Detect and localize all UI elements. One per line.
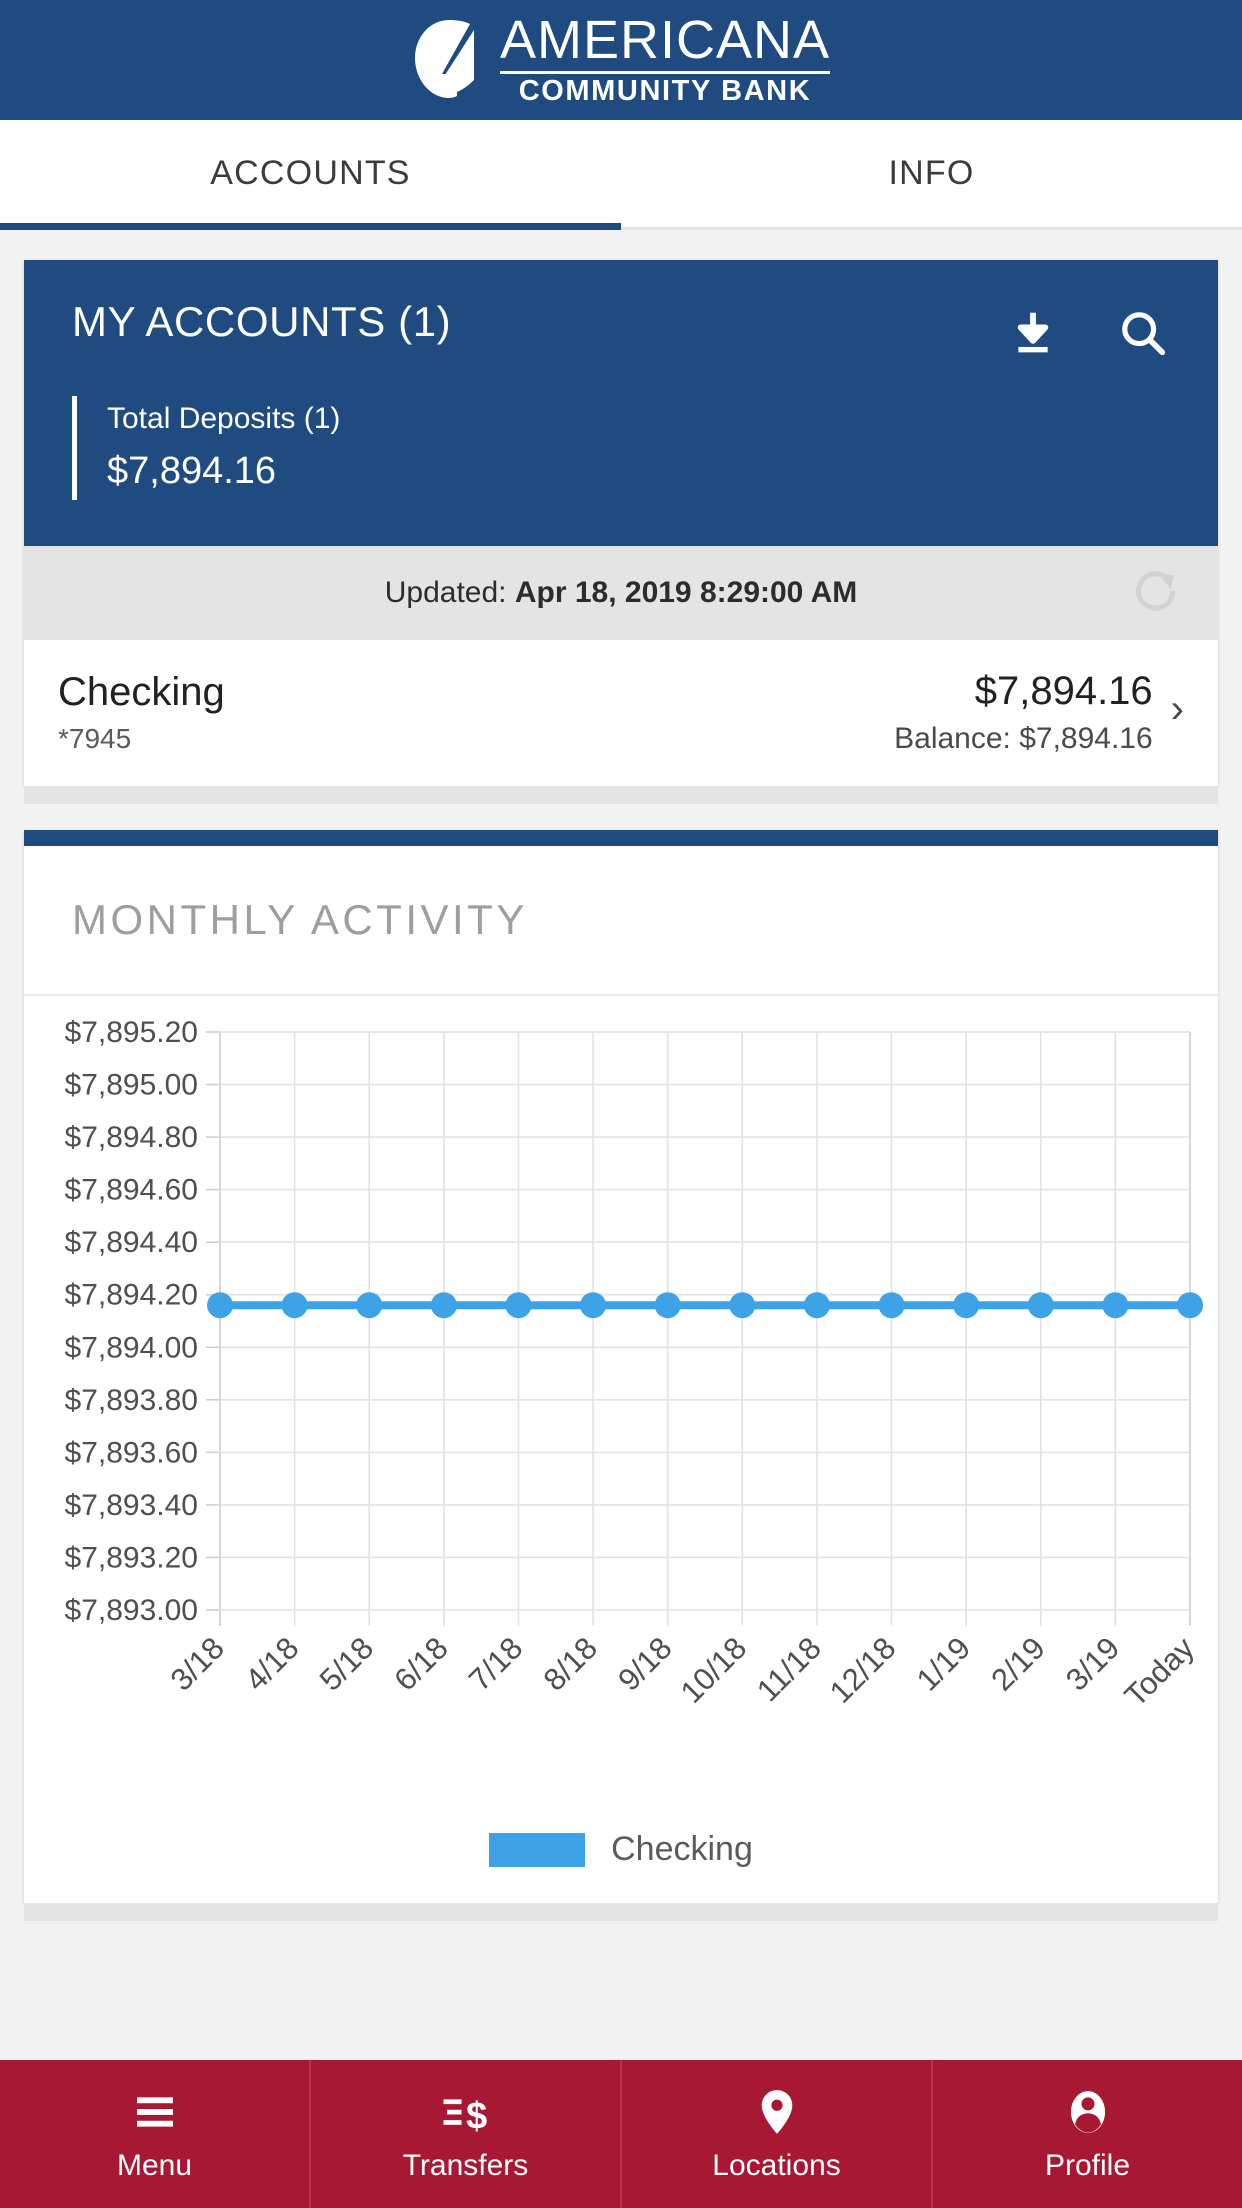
total-deposits-block: Total Deposits (1) $7,894.16 xyxy=(72,396,1170,500)
svg-text:$7,893.60: $7,893.60 xyxy=(65,1436,198,1469)
account-name: Checking xyxy=(58,670,225,714)
map-pin-icon xyxy=(761,2090,792,2134)
updated-text: Updated: Apr 18, 2019 8:29:00 AM xyxy=(385,576,858,610)
svg-text:$7,893.80: $7,893.80 xyxy=(65,1384,198,1417)
logo-wordmark: AMERICANA COMMUNITY BANK xyxy=(499,10,831,107)
svg-text:$7,894.20: $7,894.20 xyxy=(65,1279,198,1312)
legend-label-checking: Checking xyxy=(611,1830,753,1868)
logo-name-bottom: COMMUNITY BANK xyxy=(518,74,812,107)
svg-text:12/18: 12/18 xyxy=(823,1630,903,1710)
logo-divider xyxy=(499,70,831,74)
nav-item-profile[interactable]: Profile xyxy=(933,2060,1242,2208)
svg-text:Today: Today xyxy=(1118,1630,1202,1714)
transfers-dollar-icon: $ xyxy=(443,2095,487,2138)
svg-text:7/18: 7/18 xyxy=(462,1630,529,1697)
chart-title: MONTHLY ACTIVITY xyxy=(72,896,528,943)
nav-label-locations: Locations xyxy=(712,2149,841,2182)
chart-legend: Checking xyxy=(24,1804,1218,1881)
chevron-right-icon[interactable]: › xyxy=(1171,689,1184,733)
bottom-navigation: Menu $ Transfers Locations Profile xyxy=(0,2060,1242,2208)
refresh-icon[interactable] xyxy=(1130,566,1184,620)
svg-text:$7,895.20: $7,895.20 xyxy=(65,1016,198,1049)
svg-text:$7,894.60: $7,894.60 xyxy=(65,1174,198,1207)
nav-item-locations[interactable]: Locations xyxy=(622,2060,933,2208)
logo-mark-icon xyxy=(414,20,474,98)
svg-text:5/18: 5/18 xyxy=(313,1630,380,1697)
account-row-checking[interactable]: Checking *7945 $7,894.16 Balance: $7,894… xyxy=(24,640,1218,786)
download-icon[interactable] xyxy=(1006,306,1060,360)
chart-header: MONTHLY ACTIVITY xyxy=(24,846,1218,996)
tab-accounts-label: ACCOUNTS xyxy=(210,154,411,192)
account-values: $7,894.16 Balance: $7,894.16 › xyxy=(894,666,1184,756)
svg-text:$7,894.40: $7,894.40 xyxy=(65,1226,198,1259)
chart-card-footer xyxy=(24,1903,1218,1921)
accounts-header-row: MY ACCOUNTS (1) xyxy=(72,298,1170,360)
account-number: *7945 xyxy=(58,723,132,754)
updated-prefix: Updated: xyxy=(384,576,515,609)
nav-label-profile: Profile xyxy=(1044,2149,1131,2182)
svg-text:9/18: 9/18 xyxy=(611,1630,678,1697)
nav-item-transfers[interactable]: $ Transfers xyxy=(311,2060,622,2208)
accounts-card-footer xyxy=(24,786,1218,804)
person-icon xyxy=(1070,2091,1105,2133)
tab-info[interactable]: INFO xyxy=(621,120,1242,227)
my-accounts-title: MY ACCOUNTS (1) xyxy=(72,298,452,345)
nav-item-menu[interactable]: Menu xyxy=(0,2060,311,2208)
accounts-card: MY ACCOUNTS (1) Total Deposits (1) $7,89… xyxy=(24,260,1218,786)
updated-bar: Updated: Apr 18, 2019 8:29:00 AM xyxy=(24,546,1218,640)
total-deposits-amount: $7,894.16 xyxy=(107,450,277,492)
account-amount-group: $7,894.16 Balance: $7,894.16 xyxy=(894,666,1153,756)
svg-text:6/18: 6/18 xyxy=(387,1630,454,1697)
tab-info-label: INFO xyxy=(888,154,975,192)
line-chart-svg: $7,895.20 $7,895.00 $7,894.80 $7,894.60 $7,8… xyxy=(65,1016,1203,1714)
svg-text:3/18: 3/18 xyxy=(164,1630,231,1697)
total-deposits-label: Total Deposits (1) xyxy=(107,402,341,435)
svg-text:$7,893.40: $7,893.40 xyxy=(65,1489,198,1522)
account-balance: Balance: $7,894.16 xyxy=(894,722,1153,755)
svg-text:4/18: 4/18 xyxy=(238,1630,305,1697)
brand-header: AMERICANA COMMUNITY BANK xyxy=(0,0,1242,120)
monthly-activity-card: MONTHLY ACTIVITY $7,895.20 $7,895.00 $7,89… xyxy=(24,830,1218,1903)
svg-text:$7,893.00: $7,893.00 xyxy=(65,1594,198,1627)
tab-bar: ACCOUNTS INFO xyxy=(0,120,1242,230)
chart-accent-bar xyxy=(24,830,1218,846)
svg-text:$7,895.00: $7,895.00 xyxy=(65,1069,198,1102)
chart-body: $7,895.20 $7,895.00 $7,894.80 $7,894.60 $7,8… xyxy=(24,996,1218,1903)
svg-text:3/19: 3/19 xyxy=(1059,1630,1126,1697)
svg-text:$7,894.00: $7,894.00 xyxy=(65,1331,198,1364)
account-identity: Checking *7945 xyxy=(58,667,225,755)
bank-logo: AMERICANA COMMUNITY BANK xyxy=(412,10,831,107)
tab-accounts[interactable]: ACCOUNTS xyxy=(0,120,621,230)
svg-text:1/19: 1/19 xyxy=(910,1630,977,1697)
account-amount: $7,894.16 xyxy=(974,669,1153,713)
app-root: AMERICANA COMMUNITY BANK ACCOUNTS INFO M… xyxy=(0,0,1242,2208)
accounts-card-header: MY ACCOUNTS (1) Total Deposits (1) $7,89… xyxy=(24,260,1218,546)
nav-label-menu: Menu xyxy=(116,2149,193,2182)
svg-text:10/18: 10/18 xyxy=(674,1630,754,1710)
svg-text:2/19: 2/19 xyxy=(984,1630,1051,1697)
updated-timestamp: Apr 18, 2019 8:29:00 AM xyxy=(514,576,858,609)
svg-text:$: $ xyxy=(466,2095,487,2138)
logo-name-top: AMERICANA xyxy=(499,10,831,71)
svg-text:$7,894.80: $7,894.80 xyxy=(65,1121,198,1154)
legend-swatch-checking xyxy=(489,1832,586,1867)
nav-label-transfers: Transfers xyxy=(402,2149,529,2182)
svg-text:11/18: 11/18 xyxy=(750,1630,828,1708)
svg-text:8/18: 8/18 xyxy=(537,1630,604,1697)
hamburger-menu-icon xyxy=(136,2097,173,2127)
svg-text:$7,893.20: $7,893.20 xyxy=(65,1541,198,1574)
accounts-header-actions xyxy=(1006,298,1170,360)
search-icon[interactable] xyxy=(1116,306,1170,360)
chart-plot[interactable]: $7,895.20 $7,895.00 $7,894.80 $7,894.60 $7,8… xyxy=(24,1014,1218,1804)
